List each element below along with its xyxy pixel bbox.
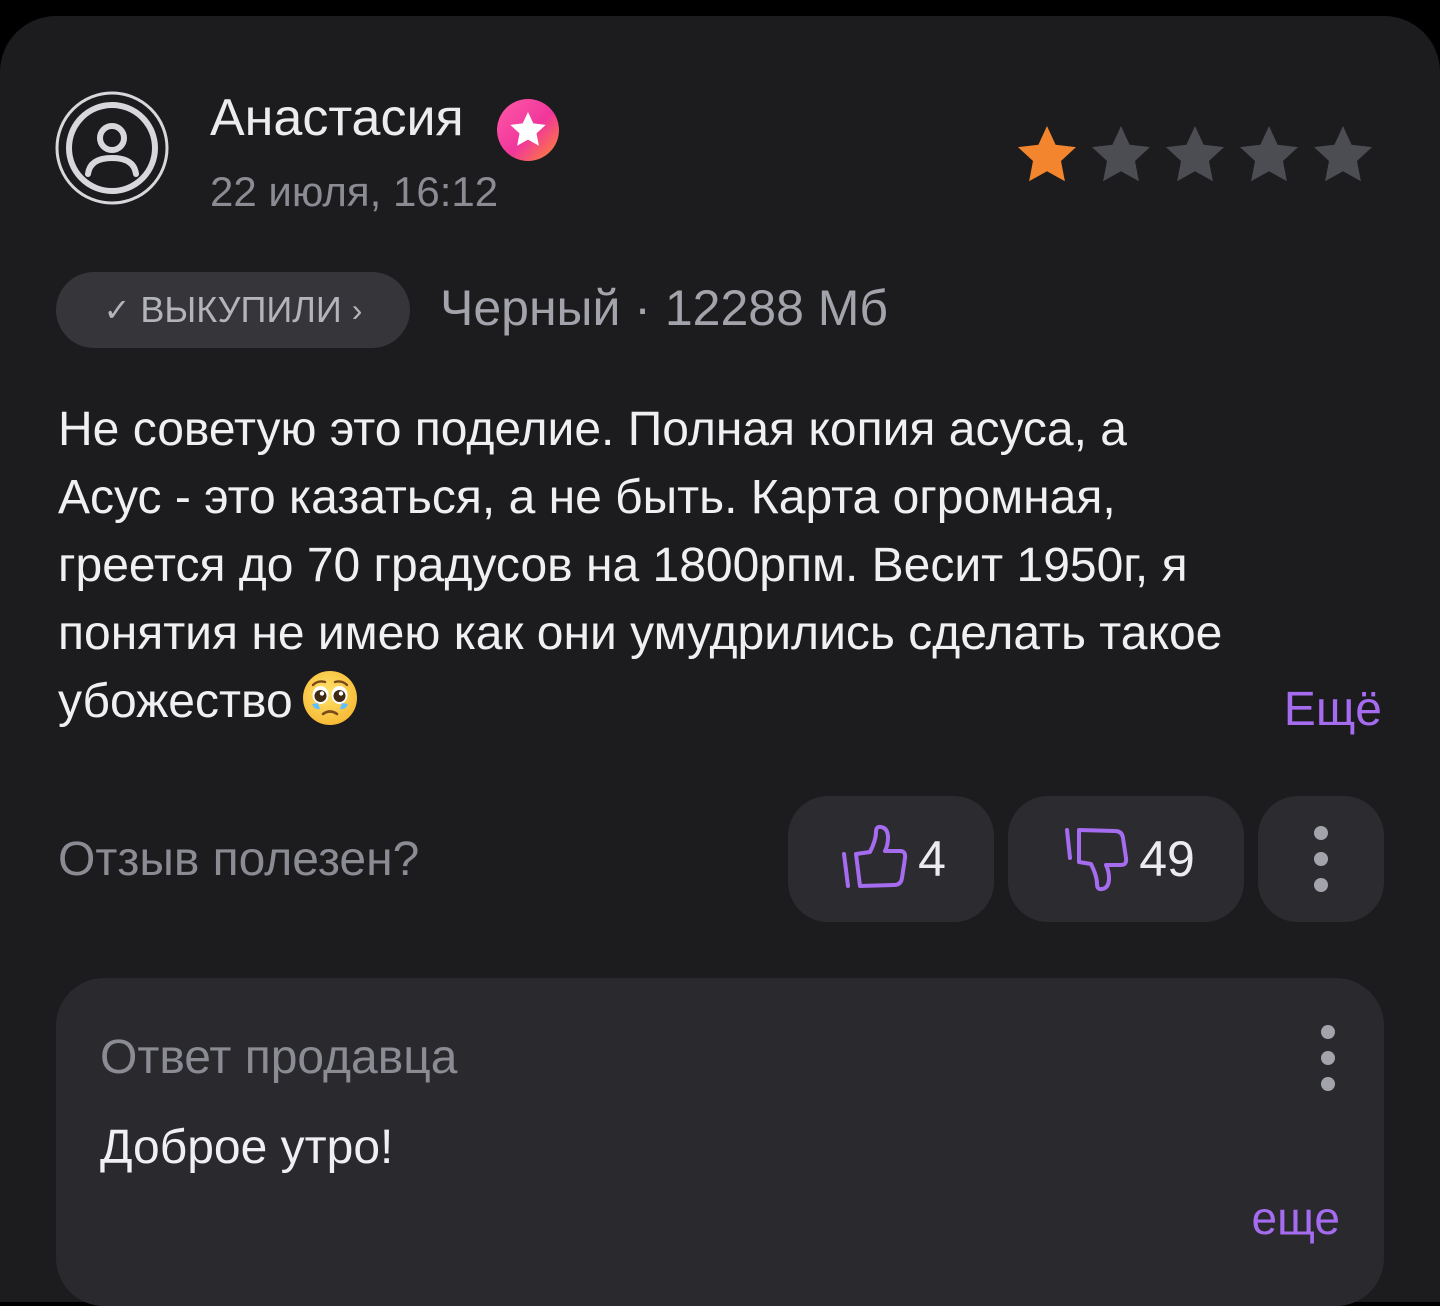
helpful-label: Отзыв полезен? [58, 833, 420, 886]
star-empty-icon [1240, 126, 1298, 182]
star-empty-icon [1092, 126, 1150, 182]
like-button[interactable]: 4 [788, 796, 994, 922]
thumbs-down-icon [1065, 828, 1129, 892]
star-filled-icon [1018, 126, 1076, 182]
author-name: Анастасия [210, 89, 464, 147]
review-menu-button[interactable] [1258, 796, 1384, 922]
review-text-line: греется до 70 градусов на 1800рпм. Весит… [58, 539, 1188, 592]
dislike-button[interactable]: 49 [1008, 796, 1244, 922]
like-count: 4 [918, 831, 946, 887]
seller-answer-text: Доброе утро! [100, 1121, 394, 1174]
more-vertical-icon[interactable] [1316, 1018, 1340, 1098]
chevron-right-icon: › [351, 291, 363, 328]
purchased-label: ВЫКУПИЛИ [140, 289, 342, 330]
more-vertical-icon [1314, 826, 1328, 892]
seller-answer: Ответ продавца Доброе утро! еще [56, 978, 1384, 1306]
review-text-line: Асус - это казаться, а не быть. Карта ог… [58, 471, 1116, 524]
review-text-line: Не советую это поделие. Полная копия асу… [58, 403, 1127, 456]
purchased-chip[interactable]: ✓ ВЫКУПИЛИ › [56, 272, 410, 348]
star-badge-icon [497, 99, 559, 161]
review-text: Не советую это поделие. Полная копия асу… [58, 396, 1388, 736]
review-card: Анастасия 22 июля, 16:12 ✓ ВЫКУПИЛИ › Че… [0, 16, 1440, 1306]
star-empty-icon [1314, 126, 1372, 182]
review-text-last-line: убожество [58, 668, 1388, 736]
user-circle-icon[interactable] [54, 90, 170, 206]
review-text-line: убожество [58, 675, 293, 728]
star-rating [1010, 120, 1380, 192]
check-icon: ✓ [103, 292, 131, 328]
pleading-face-icon [302, 671, 357, 725]
thumbs-up-icon [842, 824, 908, 888]
seller-answer-more-link[interactable]: еще [1252, 1186, 1341, 1250]
product-variant: Черный · 12288 Мб [440, 280, 889, 336]
star-empty-icon [1166, 126, 1224, 182]
review-date: 22 июля, 16:12 [210, 168, 499, 215]
review-more-link[interactable]: Ещё [1284, 676, 1382, 744]
seller-answer-title: Ответ продавца [100, 1031, 458, 1084]
dislike-count: 49 [1139, 831, 1195, 887]
review-text-line: понятия не имею как они умудрились сдела… [58, 607, 1223, 660]
